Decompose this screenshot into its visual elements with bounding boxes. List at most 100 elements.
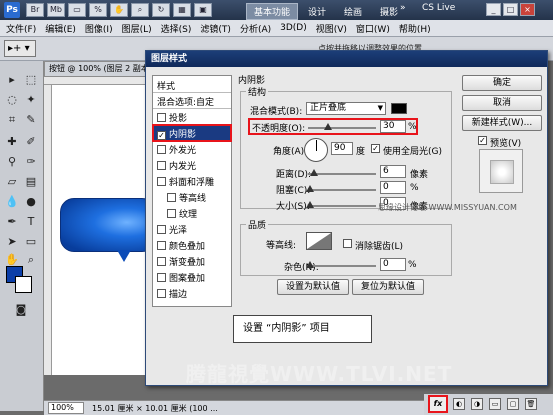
adjustment-layer-icon[interactable]: ◑ xyxy=(471,398,483,410)
eyedropper-tool-icon[interactable]: ✎ xyxy=(22,111,40,129)
checkbox[interactable] xyxy=(157,161,166,170)
set-default-button[interactable]: 设置为默认值 xyxy=(277,279,349,295)
style-item-drop-shadow[interactable]: 投影 xyxy=(153,109,231,125)
cs-live-button[interactable]: CS Live xyxy=(422,3,455,13)
history-brush-icon[interactable]: ✑ xyxy=(22,153,40,171)
path-selection-icon[interactable]: ➤ xyxy=(3,233,21,251)
new-style-button[interactable]: 新建样式(W)... xyxy=(462,115,542,131)
slider-knob[interactable] xyxy=(310,169,318,176)
style-item-bevel-emboss[interactable]: 斜面和浮雕 xyxy=(153,173,231,189)
bridge-icon[interactable]: Br xyxy=(26,3,44,17)
new-layer-icon[interactable]: ▢ xyxy=(507,398,519,410)
antialias-checkbox[interactable] xyxy=(343,239,352,248)
background-color-swatch[interactable] xyxy=(15,276,32,293)
angle-dial[interactable] xyxy=(304,138,328,162)
checkbox[interactable] xyxy=(157,257,166,266)
screen-mode-icon[interactable]: ▭ xyxy=(68,3,86,17)
blending-options-item[interactable]: 混合选项:自定 xyxy=(153,93,231,109)
menu-select[interactable]: 选择(S) xyxy=(161,22,192,35)
checkbox[interactable] xyxy=(157,273,166,282)
styles-header[interactable]: 样式 xyxy=(153,76,231,93)
checkbox[interactable] xyxy=(157,225,166,234)
style-item-color-overlay[interactable]: 颜色叠加 xyxy=(153,237,231,253)
move-tool-icon[interactable]: ▸ xyxy=(3,71,21,89)
style-item-pattern-overlay[interactable]: 图案叠加 xyxy=(153,269,231,285)
choke-slider[interactable] xyxy=(306,185,376,192)
more-workspaces-button[interactable]: » xyxy=(400,3,406,13)
type-tool-icon[interactable]: T xyxy=(22,213,40,231)
screen-layout-icon[interactable]: ▣ xyxy=(194,3,212,17)
noise-slider[interactable] xyxy=(306,261,376,268)
pen-tool-icon[interactable]: ✒ xyxy=(3,213,21,231)
healing-brush-icon[interactable]: ✚ xyxy=(3,133,21,151)
contour-picker[interactable] xyxy=(306,232,332,250)
checkbox[interactable] xyxy=(157,113,166,122)
zoom-level-icon[interactable]: % xyxy=(89,3,107,17)
rotate-view-icon[interactable]: ↻ xyxy=(152,3,170,17)
magic-wand-icon[interactable]: ✦ xyxy=(22,91,40,109)
menu-filter[interactable]: 滤镜(T) xyxy=(200,22,231,35)
tool-preset-picker[interactable]: ▸+ ▾ xyxy=(4,40,36,57)
zoom-tool-icon[interactable]: ⌕ xyxy=(131,3,149,17)
style-item-stroke[interactable]: 描边 xyxy=(153,285,231,301)
crop-tool-icon[interactable]: ⌗ xyxy=(3,111,21,129)
menu-view[interactable]: 视图(V) xyxy=(316,22,347,35)
style-item-contour[interactable]: 等高线 xyxy=(153,189,231,205)
trash-icon[interactable]: 🗑 xyxy=(525,398,537,410)
global-light-checkbox[interactable]: ✓ xyxy=(371,144,380,153)
style-item-gradient-overlay[interactable]: 渐变叠加 xyxy=(153,253,231,269)
workspace-tab-essentials[interactable]: 基本功能 xyxy=(246,3,299,20)
zoom-field[interactable]: 100% xyxy=(48,402,84,414)
reset-default-button[interactable]: 复位为默认值 xyxy=(352,279,424,295)
cancel-button[interactable]: 取消 xyxy=(462,95,542,111)
distance-input[interactable]: 6 xyxy=(380,165,406,178)
menu-analysis[interactable]: 分析(A) xyxy=(240,22,271,35)
style-item-inner-shadow[interactable]: ✓ 内阴影 xyxy=(152,124,232,142)
menu-layer[interactable]: 图层(L) xyxy=(122,22,152,35)
noise-input[interactable]: 0 xyxy=(380,258,406,271)
checkbox[interactable] xyxy=(157,241,166,250)
slider-knob[interactable] xyxy=(324,123,332,130)
menu-file[interactable]: 文件(F) xyxy=(6,22,36,35)
menu-edit[interactable]: 编辑(E) xyxy=(45,22,76,35)
style-item-outer-glow[interactable]: 外发光 xyxy=(153,141,231,157)
menu-help[interactable]: 帮助(H) xyxy=(399,22,431,35)
opacity-slider[interactable] xyxy=(308,123,376,130)
slider-knob[interactable] xyxy=(306,261,314,268)
opacity-input[interactable]: 30 xyxy=(380,120,406,133)
choke-input[interactable]: 0 xyxy=(380,181,406,194)
gradient-tool-icon[interactable]: ▤ xyxy=(22,173,40,191)
style-item-texture[interactable]: 纹理 xyxy=(153,205,231,221)
workspace-tab-painting[interactable]: 绘画 xyxy=(336,3,370,20)
maximize-button[interactable]: □ xyxy=(503,3,518,16)
blend-mode-select[interactable]: 正片叠底 ▼ xyxy=(306,102,386,115)
shape-tool-icon[interactable]: ▭ xyxy=(22,233,40,251)
zoom-icon[interactable]: ⌕ xyxy=(22,251,40,269)
lasso-tool-icon[interactable]: ◌ xyxy=(3,91,21,109)
checkbox[interactable] xyxy=(157,177,166,186)
preview-checkbox[interactable]: ✓ xyxy=(478,136,487,145)
brush-tool-icon[interactable]: ✐ xyxy=(22,133,40,151)
marquee-tool-icon[interactable]: ⬚ xyxy=(22,71,40,89)
size-slider[interactable] xyxy=(306,201,376,208)
checkbox[interactable] xyxy=(157,289,166,298)
add-mask-icon[interactable]: ◐ xyxy=(453,398,465,410)
checkbox-checked[interactable]: ✓ xyxy=(157,131,166,140)
minibridge-icon[interactable]: Mb xyxy=(47,3,65,17)
slider-knob[interactable] xyxy=(306,201,314,208)
shadow-color-swatch[interactable] xyxy=(391,103,407,114)
style-item-satin[interactable]: 光泽 xyxy=(153,221,231,237)
workspace-tab-design[interactable]: 设计 xyxy=(300,3,334,20)
new-group-icon[interactable]: ▭ xyxy=(489,398,501,410)
add-layer-style-button[interactable]: fx xyxy=(428,395,448,413)
close-button[interactable]: × xyxy=(520,3,535,16)
eraser-tool-icon[interactable]: ▱ xyxy=(3,173,21,191)
slider-knob[interactable] xyxy=(306,185,314,192)
clone-stamp-icon[interactable]: ⚲ xyxy=(3,153,21,171)
blur-tool-icon[interactable]: 💧 xyxy=(3,193,21,211)
checkbox[interactable] xyxy=(167,209,176,218)
hand-tool-icon[interactable]: ✋ xyxy=(110,3,128,17)
ok-button[interactable]: 确定 xyxy=(462,75,542,91)
dodge-tool-icon[interactable]: ● xyxy=(22,193,40,211)
menu-3d[interactable]: 3D(D) xyxy=(280,23,307,33)
